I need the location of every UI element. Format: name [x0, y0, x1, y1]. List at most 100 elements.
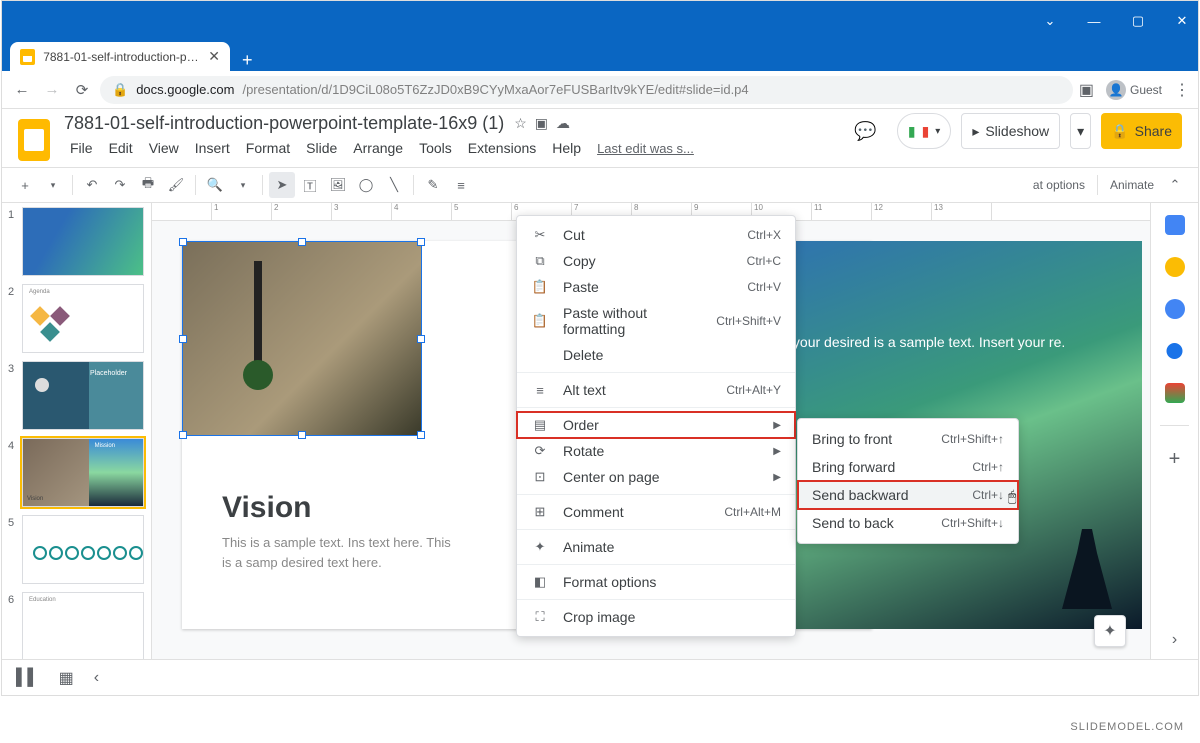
resize-handle[interactable]	[179, 238, 187, 246]
forward-icon[interactable]: →	[40, 81, 64, 98]
zoom-icon[interactable]: 🔍	[202, 172, 228, 198]
keep-icon[interactable]	[1165, 257, 1185, 277]
menu-file[interactable]: File	[64, 138, 99, 158]
select-tool-icon[interactable]: ➤	[269, 172, 295, 198]
zoom-dropdown[interactable]: ▾	[230, 172, 256, 198]
thumbnail-6[interactable]: 6 Education	[8, 592, 145, 659]
chevron-down-icon[interactable]: ⌄	[1042, 13, 1058, 29]
share-button[interactable]: 🔒 Share	[1101, 113, 1182, 149]
submenu-send-backward[interactable]: Send backwardCtrl+↓	[798, 481, 1018, 509]
menu-paste-without-formatting[interactable]: 📋Paste without formattingCtrl+Shift+V	[517, 300, 795, 342]
paint-format-icon[interactable]: 🖌	[163, 172, 189, 198]
thumbnail-1[interactable]: 1	[8, 207, 145, 276]
comments-button[interactable]: 💬	[844, 113, 886, 149]
menu-extensions[interactable]: Extensions	[462, 138, 542, 158]
redo-icon[interactable]: ↷	[107, 172, 133, 198]
grid-view-icon[interactable]: ▦	[59, 668, 74, 688]
star-icon[interactable]: ☆	[514, 115, 527, 132]
contacts-icon[interactable]	[1165, 341, 1185, 361]
browser-tab[interactable]: 7881-01-self-introduction-powe ✕	[10, 42, 230, 71]
maximize-icon[interactable]: ▢	[1130, 13, 1146, 29]
menu-format[interactable]: Format	[240, 138, 296, 158]
resize-handle[interactable]	[179, 335, 187, 343]
submenu-bring-forward[interactable]: Bring forwardCtrl+↑	[798, 453, 1018, 481]
minimize-icon[interactable]: —	[1086, 13, 1102, 29]
expand-panel-icon[interactable]: ›	[1172, 631, 1177, 659]
kebab-menu-icon[interactable]: ⋮	[1174, 80, 1190, 100]
submenu-bring-to-front[interactable]: Bring to frontCtrl+Shift+↑	[798, 425, 1018, 453]
slideshow-dropdown[interactable]: ▾	[1070, 113, 1091, 149]
panel-icon[interactable]: ▣	[1079, 80, 1094, 100]
meet-button[interactable]: ▮▮ ▾	[897, 113, 951, 149]
undo-icon[interactable]: ↶	[79, 172, 105, 198]
cloud-icon[interactable]: ☁	[556, 115, 570, 132]
resize-handle[interactable]	[417, 431, 425, 439]
menu-insert[interactable]: Insert	[189, 138, 236, 158]
border-weight-icon[interactable]: ≡	[448, 172, 474, 198]
menu-rotate[interactable]: ⟳Rotate▶	[517, 438, 795, 464]
animate-link[interactable]: Animate	[1104, 178, 1160, 192]
menu-slide[interactable]: Slide	[300, 138, 343, 158]
menu-arrange[interactable]: Arrange	[347, 138, 409, 158]
border-color-icon[interactable]: ✎	[420, 172, 446, 198]
profile-chip[interactable]: 👤 Guest	[1106, 80, 1162, 100]
new-slide-dropdown[interactable]: ▾	[40, 172, 66, 198]
collapse-icon[interactable]: ⌃	[1162, 172, 1188, 198]
menu-crop-image[interactable]: ⛶Crop image	[517, 604, 795, 630]
thumbnail-4[interactable]: 4 Vision Mission	[8, 438, 145, 507]
animate-icon: ✦	[531, 539, 549, 555]
line-icon[interactable]: ╲	[381, 172, 407, 198]
menu-cut[interactable]: ✂CutCtrl+X	[517, 222, 795, 248]
print-icon[interactable]: 🖶	[135, 172, 161, 198]
url-input[interactable]: 🔒 docs.google.com/presentation/d/1D9CiL0…	[100, 76, 1073, 104]
menu-tools[interactable]: Tools	[413, 138, 458, 158]
menu-comment[interactable]: ⊞CommentCtrl+Alt+M	[517, 499, 795, 525]
format-options-link[interactable]: at options	[1027, 178, 1091, 192]
menu-center-on-page[interactable]: ⊡Center on page▶	[517, 464, 795, 490]
submenu-send-to-back[interactable]: Send to backCtrl+Shift+↓	[798, 509, 1018, 537]
close-window-icon[interactable]: ✕	[1174, 13, 1190, 29]
resize-handle[interactable]	[417, 335, 425, 343]
close-tab-icon[interactable]: ✕	[208, 48, 220, 65]
textbox-icon[interactable]: 🅃	[297, 172, 323, 198]
menu-delete[interactable]: Delete	[517, 342, 795, 368]
filmstrip-view-icon[interactable]: ▌▌	[16, 669, 39, 687]
slideshow-button[interactable]: ▸ Slideshow	[961, 113, 1060, 149]
move-icon[interactable]: ▣	[535, 115, 548, 132]
menu-copy[interactable]: ⧉CopyCtrl+C	[517, 248, 795, 274]
thumbnail-2[interactable]: 2 Agenda	[8, 284, 145, 353]
thumbnail-3[interactable]: 3 Placeholder	[8, 361, 145, 430]
thumbnail-5[interactable]: 5	[8, 515, 145, 584]
last-edit-link[interactable]: Last edit was s...	[591, 139, 700, 158]
new-slide-button[interactable]: +	[12, 172, 38, 198]
vision-text-block[interactable]: Vision This is a sample text. Ins text h…	[222, 491, 452, 572]
menu-paste[interactable]: 📋PasteCtrl+V	[517, 274, 795, 300]
resize-handle[interactable]	[298, 238, 306, 246]
menu-format-options[interactable]: ◧Format options	[517, 569, 795, 595]
slides-logo-icon[interactable]	[18, 119, 54, 167]
reload-icon[interactable]: ⟳	[70, 81, 94, 99]
resize-handle[interactable]	[179, 431, 187, 439]
menu-animate[interactable]: ✦Animate	[517, 534, 795, 560]
alt-text-icon: ≡	[531, 383, 549, 398]
add-addon-icon[interactable]: +	[1169, 448, 1181, 471]
document-title[interactable]: 7881-01-self-introduction-powerpoint-tem…	[64, 113, 504, 134]
lock-icon: 🔒	[1111, 123, 1128, 140]
collapse-filmstrip-icon[interactable]: ‹	[94, 669, 99, 687]
explore-button[interactable]: ✦	[1094, 615, 1126, 647]
selected-image[interactable]	[182, 241, 422, 436]
resize-handle[interactable]	[417, 238, 425, 246]
menu-alt-text[interactable]: ≡Alt textCtrl+Alt+Y	[517, 377, 795, 403]
tasks-icon[interactable]	[1165, 299, 1185, 319]
maps-icon[interactable]	[1165, 383, 1185, 403]
calendar-icon[interactable]	[1165, 215, 1185, 235]
menu-order[interactable]: ▤Order▶	[517, 412, 795, 438]
resize-handle[interactable]	[298, 431, 306, 439]
menu-edit[interactable]: Edit	[103, 138, 139, 158]
menu-view[interactable]: View	[143, 138, 185, 158]
menu-help[interactable]: Help	[546, 138, 587, 158]
new-tab-button[interactable]: +	[230, 50, 265, 71]
shape-icon[interactable]: ◯	[353, 172, 379, 198]
back-icon[interactable]: ←	[10, 81, 34, 98]
image-icon[interactable]: 🖼	[325, 172, 351, 198]
